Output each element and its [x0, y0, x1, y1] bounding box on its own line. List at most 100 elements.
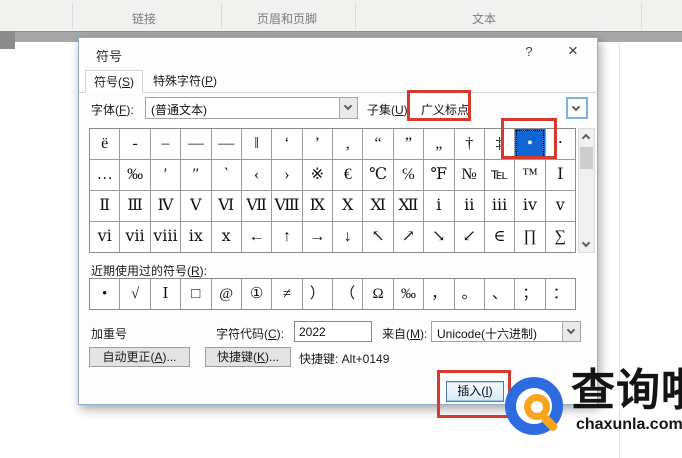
ribbon-group-links[interactable]: 链接 — [132, 10, 156, 27]
symbol-cell[interactable]: Ω — [363, 279, 393, 309]
symbol-cell[interactable]: ； — [515, 279, 545, 309]
tab-symbols-label: 符号( — [93, 75, 122, 89]
symbol-cell[interactable]: □ — [181, 279, 211, 309]
tab-special-characters[interactable]: 特殊字符(P) — [145, 70, 225, 93]
ribbon-group-separator — [641, 3, 642, 29]
symbol-cell[interactable]: Ⅷ — [272, 191, 302, 221]
symbol-cell[interactable]: ℡ — [484, 160, 515, 190]
symbol-cell[interactable]: ‘ — [272, 129, 302, 159]
shortcut-key-button[interactable]: 快捷键(K)... — [205, 347, 291, 367]
symbol-cell[interactable]: – — [150, 129, 181, 159]
symbol-cell[interactable]: 、 — [484, 279, 515, 309]
symbol-cell[interactable]: @ — [211, 279, 241, 309]
close-icon[interactable]: × — [561, 41, 585, 63]
symbol-cell[interactable]: ′ — [150, 160, 181, 190]
symbol-cell[interactable]: ‰ — [393, 279, 424, 309]
symbol-cell[interactable]: € — [333, 160, 363, 190]
symbol-cell[interactable]: „ — [424, 129, 454, 159]
symbol-cell[interactable]: — — [181, 129, 211, 159]
symbol-cell[interactable]: ℅ — [393, 160, 424, 190]
symbol-cell[interactable]: ⅳ — [515, 191, 545, 221]
symbol-cell[interactable]: ⅸ — [181, 222, 211, 252]
font-combobox[interactable]: (普通文本) — [145, 97, 358, 119]
autocorrect-button[interactable]: 自动更正(A)... — [89, 347, 190, 367]
symbol-cell[interactable]: ⅹ — [211, 222, 241, 252]
symbol-cell[interactable]: ‚ — [333, 129, 363, 159]
scrollbar-thumb[interactable] — [580, 147, 593, 169]
symbol-cell[interactable]: ↓ — [333, 222, 363, 252]
symbol-cell[interactable]: ― — [211, 129, 241, 159]
symbol-cell[interactable]: ≠ — [272, 279, 302, 309]
tab-symbols[interactable]: 符号(S) — [85, 70, 143, 93]
ribbon-group-text[interactable]: 文本 — [472, 10, 496, 27]
symbol-cell[interactable]: ” — [393, 129, 424, 159]
symbol-cell[interactable]: Ⅶ — [241, 191, 272, 221]
symbol-cell[interactable]: ⅷ — [150, 222, 181, 252]
chevron-down-icon — [566, 325, 576, 335]
symbol-cell[interactable]: Ⅰ — [150, 279, 181, 309]
symbol-cell[interactable]: ↖ — [363, 222, 393, 252]
character-code-input[interactable] — [294, 321, 372, 342]
symbol-cell[interactable]: ⅰ — [424, 191, 454, 221]
symbol-cell[interactable]: √ — [120, 279, 150, 309]
symbol-cell[interactable]: ↑ — [272, 222, 302, 252]
symbol-cell[interactable]: ↗ — [393, 222, 424, 252]
symbol-cell[interactable]: Ⅴ — [181, 191, 211, 221]
symbol-cell[interactable]: ⅴ — [545, 191, 575, 221]
symbol-cell[interactable]: ： — [545, 279, 575, 309]
symbol-cell[interactable]: （ — [333, 279, 363, 309]
symbol-cell[interactable]: ⅵ — [90, 222, 120, 252]
symbol-cell[interactable]: ↘ — [424, 222, 454, 252]
symbol-cell[interactable]: ∏ — [515, 222, 545, 252]
symbol-cell[interactable]: ） — [302, 279, 332, 309]
symbol-cell[interactable]: ↙ — [454, 222, 484, 252]
from-combobox[interactable]: Unicode(十六进制) — [431, 321, 581, 342]
scroll-down-button[interactable] — [579, 237, 594, 252]
symbol-cell[interactable]: ë — [90, 129, 120, 159]
symbol-cell[interactable]: ‵ — [211, 160, 241, 190]
symbol-cell[interactable]: 。 — [454, 279, 484, 309]
font-combobox-dropdown-button[interactable] — [339, 98, 357, 118]
symbol-cell[interactable]: ← — [241, 222, 272, 252]
symbol-cell[interactable]: • — [90, 279, 120, 309]
symbol-cell[interactable]: ‹ — [241, 160, 272, 190]
symbol-cell[interactable]: ™ — [515, 160, 545, 190]
symbol-cell[interactable]: Ⅹ — [333, 191, 363, 221]
symbol-cell[interactable]: ℉ — [424, 160, 454, 190]
symbol-cell[interactable]: Ⅻ — [393, 191, 424, 221]
symbol-cell[interactable]: Ⅰ — [545, 160, 575, 190]
subset-combobox-dropdown-button[interactable] — [566, 97, 588, 119]
symbol-cell[interactable]: † — [454, 129, 484, 159]
symbol-cell[interactable]: ″ — [181, 160, 211, 190]
grid-scrollbar[interactable] — [578, 128, 595, 253]
scroll-up-button[interactable] — [579, 129, 594, 144]
symbol-cell[interactable]: ⅱ — [454, 191, 484, 221]
symbol-cell[interactable]: ， — [424, 279, 454, 309]
symbol-cell[interactable]: “ — [363, 129, 393, 159]
symbol-grid-row: … ‰ ′ ″ ‵ ‹ › ※ € ℃ ℅ ℉ № ℡ ™ Ⅰ — [90, 160, 575, 190]
symbol-cell[interactable]: ℃ — [363, 160, 393, 190]
symbol-cell[interactable]: Ⅱ — [90, 191, 120, 221]
symbol-cell[interactable]: Ⅸ — [302, 191, 332, 221]
symbol-cell[interactable]: Ⅺ — [363, 191, 393, 221]
symbol-cell[interactable]: → — [302, 222, 332, 252]
from-combobox-dropdown-button[interactable] — [562, 322, 580, 341]
symbol-cell[interactable]: - — [120, 129, 150, 159]
symbol-cell[interactable]: ∑ — [545, 222, 575, 252]
symbol-cell[interactable]: › — [272, 160, 302, 190]
symbol-cell[interactable]: ⅶ — [120, 222, 150, 252]
symbol-cell[interactable]: ‰ — [120, 160, 150, 190]
symbol-cell[interactable]: ’ — [302, 129, 332, 159]
symbol-cell[interactable]: ⅲ — [484, 191, 515, 221]
symbol-cell[interactable]: Ⅵ — [211, 191, 241, 221]
symbol-cell[interactable]: Ⅲ — [120, 191, 150, 221]
symbol-cell[interactable]: ‖ — [241, 129, 272, 159]
symbol-cell[interactable]: ※ — [302, 160, 332, 190]
help-icon[interactable]: ? — [519, 44, 539, 62]
symbol-cell[interactable]: … — [90, 160, 120, 190]
symbol-cell[interactable]: ① — [241, 279, 272, 309]
symbol-cell[interactable]: № — [454, 160, 484, 190]
ribbon-group-header-footer[interactable]: 页眉和页脚 — [257, 10, 317, 27]
symbol-cell[interactable]: Ⅳ — [150, 191, 181, 221]
symbol-cell[interactable]: ∈ — [484, 222, 515, 252]
